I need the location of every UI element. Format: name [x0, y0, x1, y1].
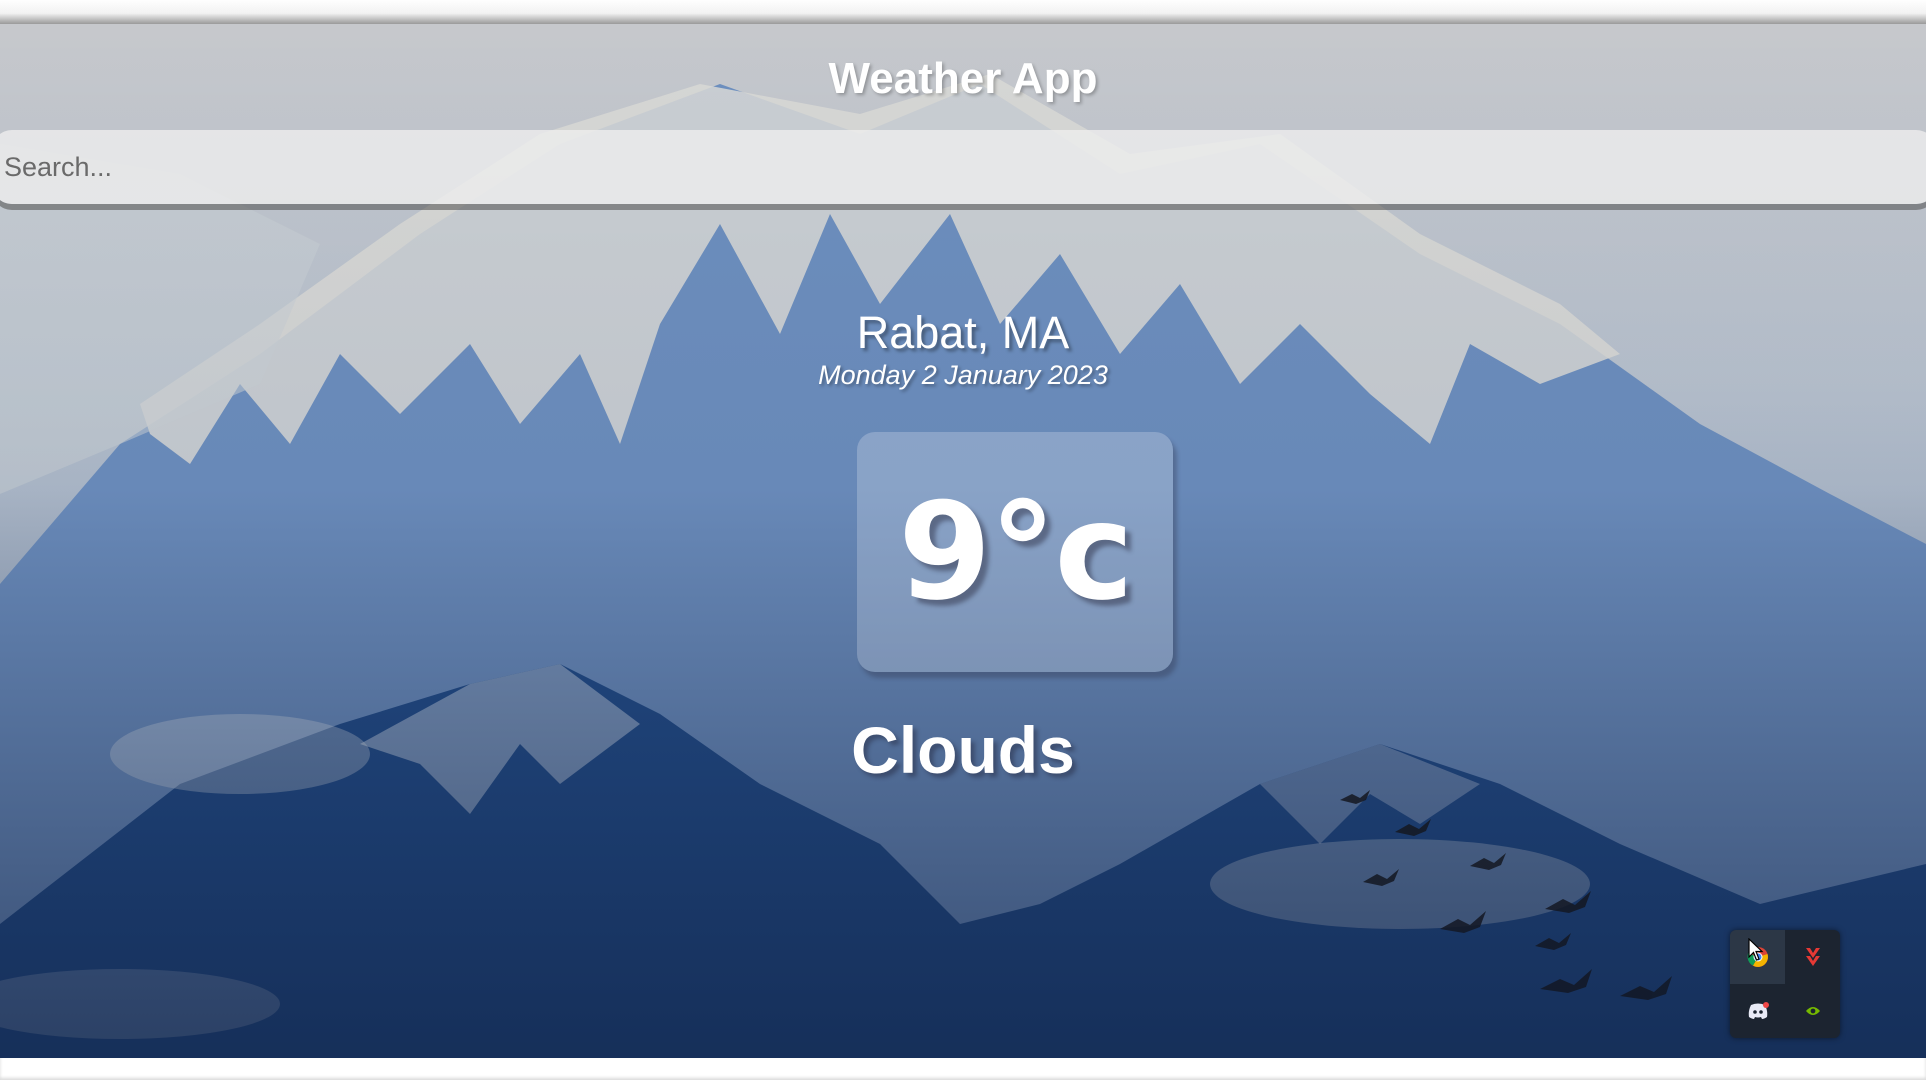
- download-manager-icon[interactable]: [1785, 930, 1840, 984]
- browser-viewport: Weather App Rabat, MA Monday 2 January 2…: [0, 0, 1926, 1080]
- bottom-edge: [0, 1058, 1926, 1080]
- mouse-cursor-icon: [1748, 938, 1764, 961]
- search-input[interactable]: [0, 130, 1926, 204]
- temperature-box: 9°c: [857, 432, 1173, 672]
- nvidia-icon[interactable]: [1785, 984, 1840, 1038]
- discord-icon[interactable]: [1730, 984, 1785, 1038]
- app-header: Weather App: [0, 24, 1926, 132]
- temperature-value: 9°c: [898, 474, 1134, 630]
- current-date: Monday 2 January 2023: [818, 360, 1108, 390]
- location-box: Rabat, MA Monday 2 January 2023: [0, 308, 1926, 391]
- weather-condition: Clouds: [851, 713, 1075, 787]
- weather-app: Weather App Rabat, MA Monday 2 January 2…: [0, 24, 1926, 1058]
- city-name: Rabat, MA: [856, 307, 1070, 358]
- top-edge: [0, 0, 1926, 24]
- app-title: Weather App: [828, 54, 1098, 103]
- system-tray-overflow: [1730, 930, 1840, 1038]
